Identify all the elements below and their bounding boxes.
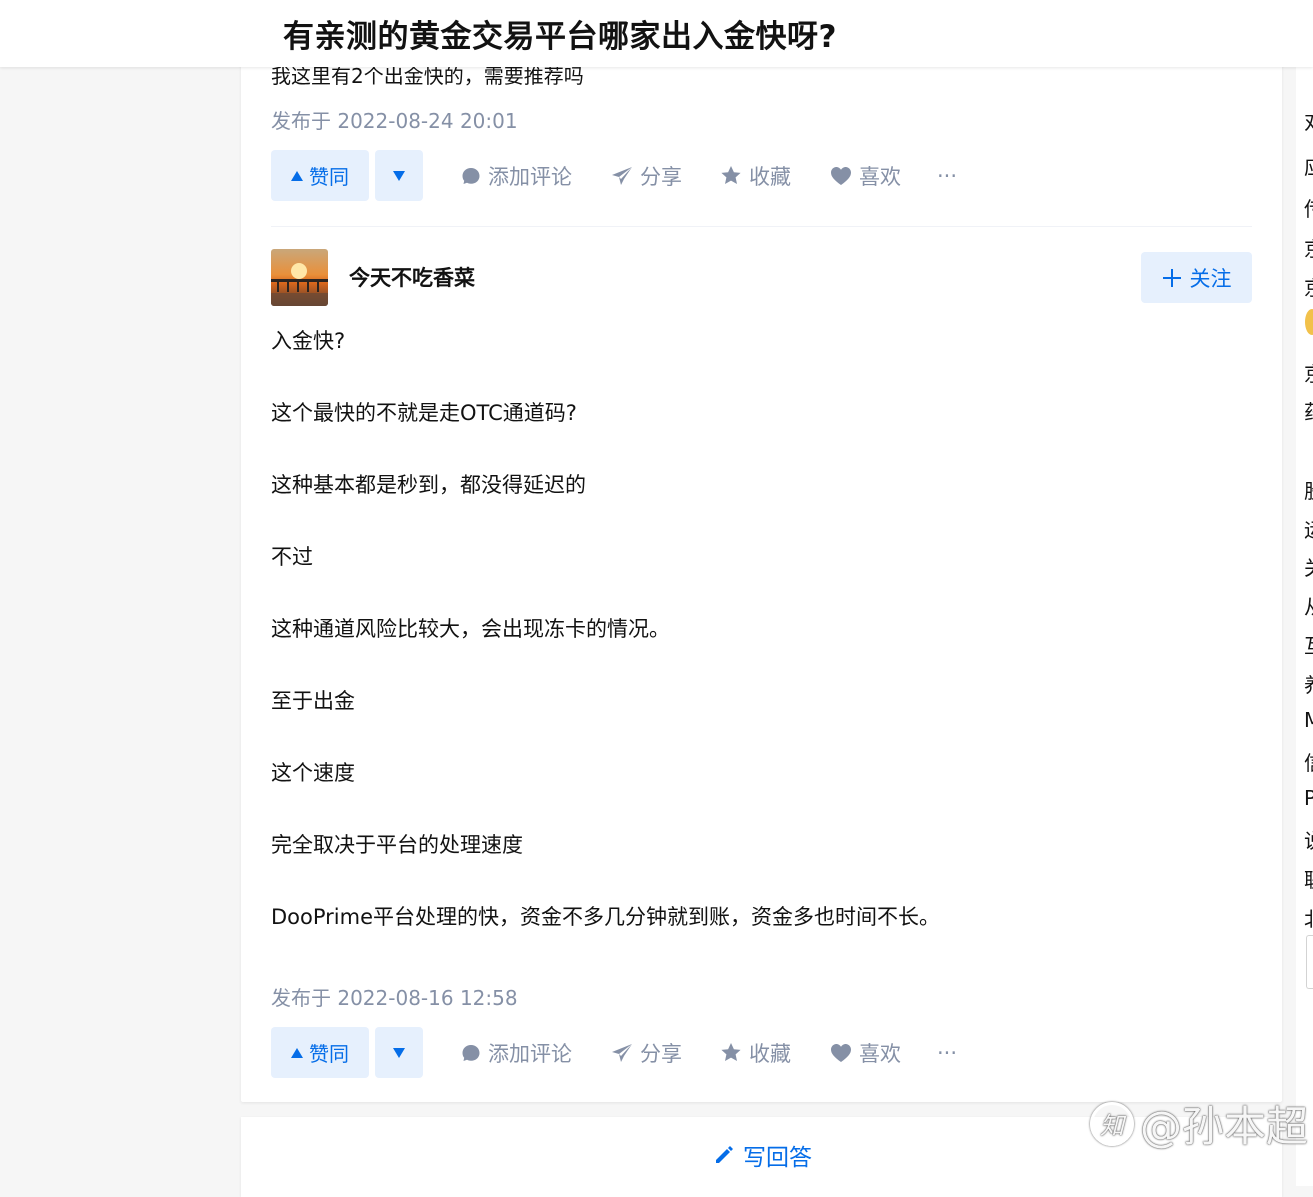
more-button[interactable]: ··· <box>937 150 957 201</box>
like-button[interactable]: 喜欢 <box>830 1027 901 1078</box>
share-button[interactable]: 分享 <box>611 1027 682 1078</box>
answer-divider <box>271 226 1252 227</box>
sidebar-item[interactable]: 对 <box>1304 106 1313 135</box>
sidebar-item[interactable]: 联 <box>1304 864 1313 893</box>
previous-answer-actions: 赞同 添加评论 分享 收藏 喜欢 ··· <box>271 150 1251 202</box>
comment-button[interactable]: 添加评论 <box>461 1027 572 1078</box>
follow-label: 关注 <box>1189 266 1232 291</box>
upvote-button[interactable]: 赞同 <box>271 150 369 201</box>
answer-paragraph: 这个最快的不就是走OTC通道码? <box>271 401 577 425</box>
comment-icon <box>462 167 480 184</box>
answer-actions: 赞同 添加评论 分享 收藏 喜欢 ··· <box>271 1027 1251 1079</box>
sidebar-item[interactable]: 北 <box>1304 903 1313 932</box>
follow-button[interactable]: 关注 <box>1141 252 1252 303</box>
collect-button[interactable]: 收藏 <box>720 150 791 201</box>
star-icon <box>721 1043 741 1061</box>
share-label: 分享 <box>640 1041 682 1066</box>
sidebar-item[interactable]: P <box>1304 786 1313 810</box>
collect-button[interactable]: 收藏 <box>720 1027 791 1078</box>
share-button[interactable]: 分享 <box>611 150 682 201</box>
sidebar-item[interactable]: 从 <box>1304 591 1313 620</box>
pencil-icon <box>716 1146 733 1163</box>
sidebar-box[interactable] <box>1306 935 1313 989</box>
triangle-down-icon <box>393 1047 405 1058</box>
comment-button[interactable]: 添加评论 <box>461 150 572 201</box>
like-label: 喜欢 <box>859 164 901 189</box>
sidebar-item[interactable]: 关 <box>1304 552 1313 581</box>
like-button[interactable]: 喜欢 <box>830 150 901 201</box>
zhihu-logo-icon: 知 <box>1090 1101 1134 1146</box>
sidebar-item[interactable]: 应 <box>1304 151 1313 180</box>
question-title-bar: 有亲测的黄金交易平台哪家出入金快呀? <box>0 0 1313 67</box>
comment-label: 添加评论 <box>488 164 572 189</box>
upvote-label: 赞同 <box>309 1042 349 1066</box>
watermark: 知 @孙本超 <box>1090 1093 1308 1154</box>
share-label: 分享 <box>640 164 682 189</box>
sidebar-emoji-icon <box>1305 309 1313 335</box>
comment-label: 添加评论 <box>488 1041 572 1066</box>
answer-paragraph: 不过 <box>271 545 313 569</box>
author-avatar[interactable] <box>271 249 328 306</box>
answer-paragraph: 这种通道风险比较大，会出现冻卡的情况。 <box>271 617 670 641</box>
sidebar-item[interactable]: 京 <box>1304 272 1313 301</box>
previous-answer-publish-time: 发布于 2022-08-24 20:01 <box>271 109 518 133</box>
plus-icon <box>1162 268 1181 287</box>
write-answer-label: 写回答 <box>743 1145 812 1171</box>
sidebar-item[interactable]: 股 <box>1304 475 1313 504</box>
sidebar-item[interactable]: 传 <box>1304 193 1313 222</box>
sidebar-item[interactable]: 运 <box>1304 514 1313 543</box>
downvote-button[interactable] <box>375 150 423 201</box>
heart-icon <box>831 1043 851 1062</box>
watermark-text: @孙本超 <box>1140 1102 1309 1151</box>
sidebar-item[interactable]: 说 <box>1304 825 1313 854</box>
paper-plane-icon <box>612 1043 632 1062</box>
answer-paragraph: 完全取决于平台的处理速度 <box>271 833 523 857</box>
collect-label: 收藏 <box>749 1041 791 1066</box>
answer-paragraph: 至于出金 <box>271 689 355 713</box>
sidebar-item[interactable]: 京 <box>1304 233 1313 262</box>
like-label: 喜欢 <box>859 1041 901 1066</box>
paper-plane-icon <box>612 166 632 185</box>
sidebar-item[interactable]: 信 <box>1304 747 1313 776</box>
triangle-up-icon <box>291 1047 303 1058</box>
sidebar-item[interactable]: 互 <box>1304 630 1313 659</box>
heart-icon <box>831 166 851 185</box>
answer-paragraph: 这个速度 <box>271 761 355 785</box>
sidebar-item[interactable]: M <box>1304 708 1313 732</box>
sidebar-item[interactable]: 养 <box>1304 669 1313 698</box>
collect-label: 收藏 <box>749 164 791 189</box>
answer-paragraph: DooPrime平台处理的快，资金不多几分钟就到账，资金多也时间不长。 <box>271 905 941 929</box>
more-icon: ··· <box>937 163 958 188</box>
answer-paragraph: 入金快? <box>271 329 346 353</box>
sidebar-item[interactable]: 京 <box>1304 358 1313 387</box>
star-icon <box>721 166 741 184</box>
write-answer-button[interactable]: 写回答 <box>713 1138 812 1172</box>
more-icon: ··· <box>937 1040 958 1065</box>
upvote-label: 赞同 <box>309 165 349 189</box>
question-title[interactable]: 有亲测的黄金交易平台哪家出入金快呀? <box>283 11 837 56</box>
author-name[interactable]: 今天不吃香菜 <box>349 262 475 292</box>
more-button[interactable]: ··· <box>937 1027 957 1078</box>
downvote-button[interactable] <box>375 1027 423 1078</box>
triangle-up-icon <box>291 170 303 181</box>
triangle-down-icon <box>393 170 405 181</box>
upvote-button[interactable]: 赞同 <box>271 1027 369 1078</box>
answer-paragraph: 这种基本都是秒到，都没得延迟的 <box>271 473 586 497</box>
sidebar-item[interactable]: 药 <box>1304 396 1313 425</box>
comment-icon <box>462 1044 480 1061</box>
answer-publish-time: 发布于 2022-08-16 12:58 <box>271 986 518 1010</box>
